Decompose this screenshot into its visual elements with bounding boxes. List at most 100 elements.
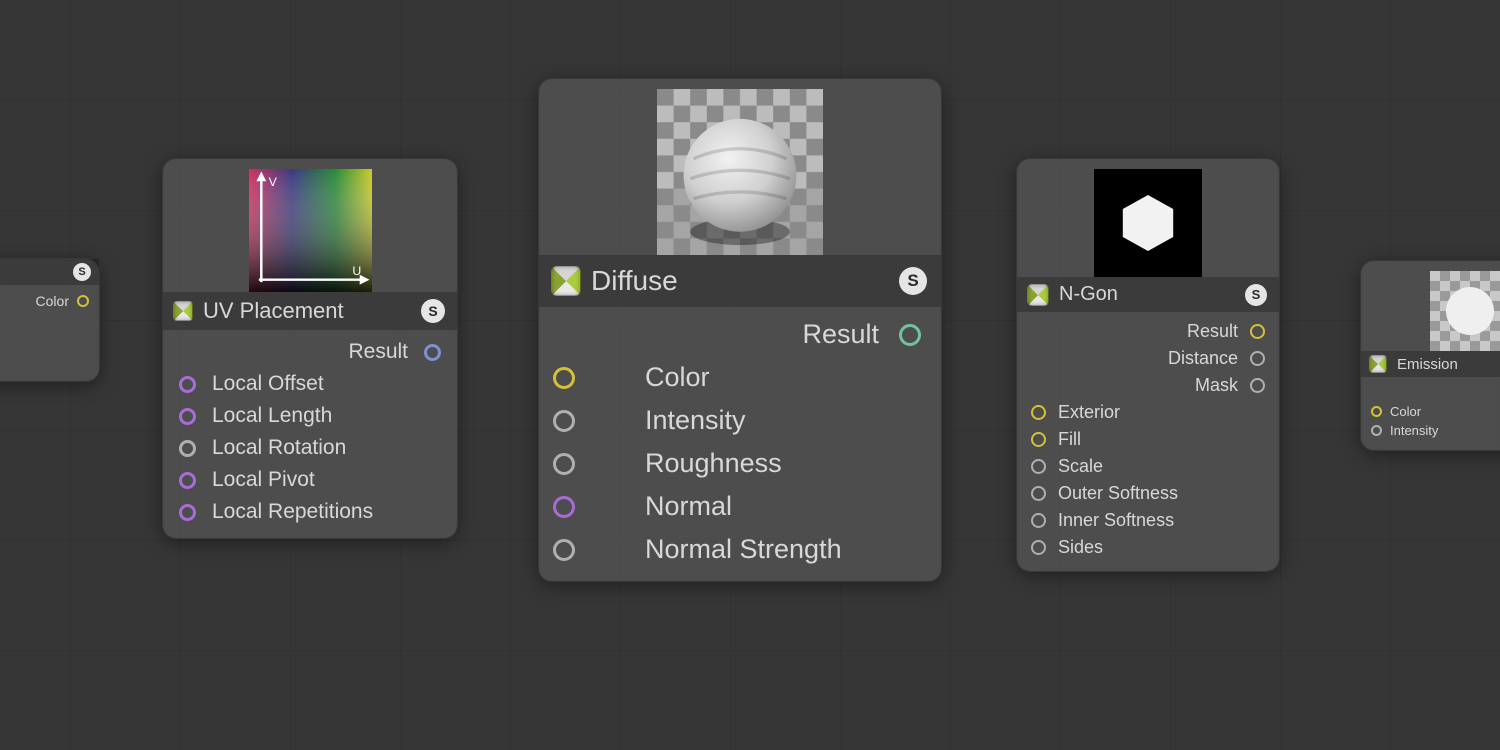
input-row-normal-strength[interactable]: Normal Strength — [539, 528, 941, 571]
u-axis-label: U — [352, 264, 361, 278]
input-row-local-rotation[interactable]: Local Rotation — [163, 432, 457, 464]
input-label: Local Repetitions — [212, 500, 373, 524]
output-row-distance[interactable]: Distance — [1017, 345, 1279, 372]
socket-input-icon[interactable] — [1371, 406, 1382, 417]
socket-input-icon[interactable] — [1031, 405, 1046, 420]
input-label: Color — [1390, 404, 1421, 419]
socket-input-icon[interactable] — [179, 472, 196, 489]
v-axis-label: V — [268, 175, 277, 189]
socket-input-icon[interactable] — [1031, 459, 1046, 474]
input-row-color[interactable]: Color — [539, 356, 941, 399]
input-label: Inner Softness — [1058, 510, 1174, 531]
input-label: Normal — [645, 491, 732, 522]
socket-input-icon[interactable] — [553, 539, 575, 561]
uv-gradient-preview-icon: V U — [249, 169, 372, 292]
node-preview — [1361, 261, 1500, 351]
input-label: Local Rotation — [212, 436, 346, 460]
node-titlebar[interactable]: N-Gon S — [1017, 277, 1279, 312]
socket-output-icon[interactable] — [424, 344, 441, 361]
input-row-local-length[interactable]: Local Length — [163, 400, 457, 432]
input-label: Color — [645, 362, 710, 393]
input-label: Scale — [1058, 456, 1103, 477]
socket-output-icon[interactable] — [1250, 351, 1265, 366]
input-label: Intensity — [1390, 423, 1438, 438]
socket-input-icon[interactable] — [1031, 540, 1046, 555]
socket-input-icon[interactable] — [1371, 425, 1382, 436]
input-label: Exterior — [1058, 402, 1120, 423]
socket-input-icon[interactable] — [179, 440, 196, 457]
solo-badge-icon[interactable]: S — [421, 299, 445, 323]
input-label: Roughness — [645, 448, 782, 479]
input-row-exterior[interactable]: Exterior — [1017, 399, 1279, 426]
input-label: Fill — [1058, 429, 1081, 450]
input-label: Sides — [1058, 537, 1103, 558]
output-label: Result — [348, 340, 408, 364]
node-title: Diffuse — [591, 265, 678, 297]
output-row-result[interactable]: Result — [539, 313, 941, 356]
input-row-inner-softness[interactable]: Inner Softness — [1017, 507, 1279, 534]
input-row-fill[interactable]: Fill — [1017, 426, 1279, 453]
input-label: Outer Softness — [1058, 483, 1178, 504]
node-ngon[interactable]: N-Gon S Result Distance Mask Exterior Fi… — [1016, 158, 1280, 572]
input-row-outer-softness[interactable]: Outer Softness — [1017, 480, 1279, 507]
node-preview — [1017, 159, 1279, 277]
input-row-normal[interactable]: Normal — [539, 485, 941, 528]
input-row-scale[interactable]: Scale — [1017, 453, 1279, 480]
node-diffuse[interactable]: Diffuse S Result Color Intensity Roughne… — [538, 78, 942, 582]
input-label: Local Pivot — [212, 468, 315, 492]
socket-input-icon[interactable] — [553, 410, 575, 432]
node-emission[interactable]: Emission Res Color Intensity — [1360, 260, 1500, 451]
node-titlebar[interactable]: ection S — [0, 259, 99, 285]
solo-badge-icon[interactable]: S — [899, 267, 927, 295]
output-row-result[interactable]: Result — [163, 336, 457, 368]
socket-output-icon[interactable] — [77, 295, 89, 307]
output-label: Mask — [1195, 375, 1238, 396]
socket-input-icon[interactable] — [553, 496, 575, 518]
node-preview — [539, 79, 941, 255]
output-row-result[interactable]: Res — [1361, 383, 1500, 402]
material-cube-icon — [551, 266, 581, 296]
node-preview: V U — [163, 159, 457, 292]
material-sphere-preview-icon — [657, 89, 823, 255]
input-row-intensity[interactable]: Intensity — [539, 399, 941, 442]
socket-output-icon[interactable] — [1250, 378, 1265, 393]
material-cube-icon — [1027, 284, 1049, 306]
input-row[interactable] — [0, 311, 99, 371]
output-row[interactable]: Color — [0, 291, 99, 311]
input-row-sides[interactable]: Sides — [1017, 534, 1279, 561]
solo-badge-icon[interactable]: S — [1245, 284, 1267, 306]
ngon-preview-icon — [1094, 169, 1202, 277]
node-partial-left[interactable]: ection S Color — [0, 258, 100, 382]
solo-badge-icon[interactable]: S — [73, 263, 91, 281]
node-title: UV Placement — [203, 298, 344, 324]
socket-input-icon[interactable] — [1031, 486, 1046, 501]
socket-input-icon[interactable] — [1031, 513, 1046, 528]
input-row-intensity[interactable]: Intensity — [1361, 421, 1500, 440]
node-titlebar[interactable]: UV Placement S — [163, 292, 457, 330]
input-row-roughness[interactable]: Roughness — [539, 442, 941, 485]
output-row-mask[interactable]: Mask — [1017, 372, 1279, 399]
node-title: Emission — [1397, 356, 1458, 373]
socket-output-icon[interactable] — [899, 324, 921, 346]
input-row-local-repetitions[interactable]: Local Repetitions — [163, 496, 457, 528]
node-titlebar[interactable]: Emission — [1361, 351, 1500, 377]
input-row-color[interactable]: Color — [1361, 402, 1500, 421]
output-label: Result — [1187, 321, 1238, 342]
socket-input-icon[interactable] — [553, 367, 575, 389]
node-uv-placement[interactable]: V U UV Placement S Result Local Offset L… — [162, 158, 458, 539]
input-row-local-offset[interactable]: Local Offset — [163, 368, 457, 400]
socket-input-icon[interactable] — [179, 504, 196, 521]
output-row-result[interactable]: Result — [1017, 318, 1279, 345]
socket-input-icon[interactable] — [553, 453, 575, 475]
input-label: Normal Strength — [645, 534, 842, 565]
input-row-local-pivot[interactable]: Local Pivot — [163, 464, 457, 496]
socket-output-icon[interactable] — [1250, 324, 1265, 339]
socket-input-icon[interactable] — [1031, 432, 1046, 447]
socket-input-icon[interactable] — [179, 408, 196, 425]
socket-input-icon[interactable] — [179, 376, 196, 393]
node-titlebar[interactable]: Diffuse S — [539, 255, 941, 307]
emission-preview-icon — [1430, 271, 1500, 351]
output-label: Result — [802, 319, 879, 350]
material-cube-icon — [1369, 355, 1387, 373]
output-label: Distance — [1168, 348, 1238, 369]
